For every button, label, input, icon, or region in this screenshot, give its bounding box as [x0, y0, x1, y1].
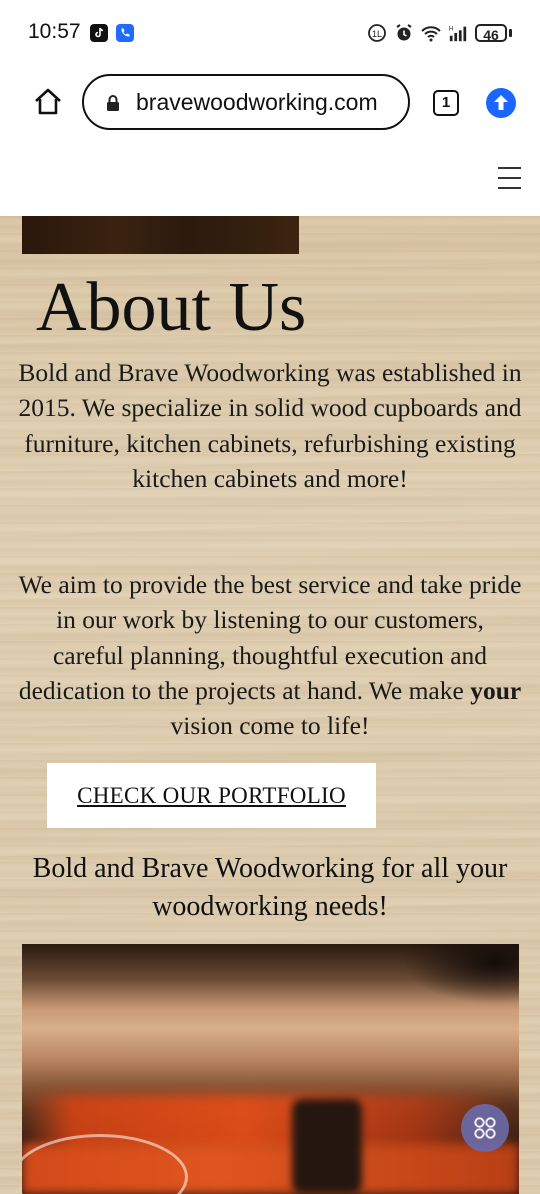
signal-icon: H	[449, 25, 467, 42]
site-header	[0, 142, 540, 217]
url-text: bravewoodworking.com	[136, 89, 378, 115]
update-button[interactable]	[486, 88, 516, 118]
hamburger-menu-icon[interactable]	[498, 167, 521, 191]
browser-toolbar: bravewoodworking.com 1	[0, 66, 540, 142]
tagline: Bold and Brave Woodworking for all your …	[32, 853, 508, 922]
about-paragraph-2-bold: your	[470, 675, 522, 705]
check-portfolio-button[interactable]: CHECK OUR PORTFOLIO	[47, 763, 376, 828]
phone-app-icon	[116, 24, 134, 42]
wifi-icon	[421, 26, 441, 42]
battery-nub	[509, 29, 512, 37]
menu-line	[498, 187, 521, 189]
page-title: About Us	[36, 269, 307, 346]
workshop-photo	[22, 944, 519, 1194]
lock-icon	[107, 95, 119, 111]
menu-line	[498, 177, 521, 179]
tab-switcher-button[interactable]: 1	[433, 90, 459, 116]
about-section: About Us Bold and Brave Woodworking was …	[0, 216, 540, 1194]
banner-image	[22, 216, 299, 254]
about-paragraph-2-end: vision come to life!	[170, 711, 370, 741]
svg-text:H: H	[449, 25, 454, 32]
check-portfolio-label: CHECK OUR PORTFOLIO	[77, 783, 346, 808]
status-bar: 10:57 1L H 46	[0, 0, 540, 66]
alarm-icon	[396, 24, 412, 41]
grid-icon	[474, 1117, 496, 1139]
about-paragraph-1: Bold and Brave Woodworking was establish…	[18, 358, 522, 493]
address-bar[interactable]: bravewoodworking.com	[82, 74, 410, 130]
data-saver-icon: 1L	[368, 24, 386, 42]
battery-indicator: 46	[475, 24, 507, 43]
home-icon[interactable]	[32, 86, 64, 118]
svg-text:1L: 1L	[372, 29, 382, 39]
status-icons: 1L H 46	[367, 22, 512, 44]
status-time: 10:57	[28, 20, 81, 43]
arrow-up-icon	[494, 95, 508, 110]
menu-line	[498, 167, 521, 169]
about-paragraph-2: We aim to provide the best service and t…	[18, 567, 522, 743]
floating-apps-button[interactable]	[461, 1104, 509, 1152]
tiktok-icon	[90, 24, 108, 42]
about-paragraph-2-start: We aim to provide the best service and t…	[18, 570, 522, 705]
